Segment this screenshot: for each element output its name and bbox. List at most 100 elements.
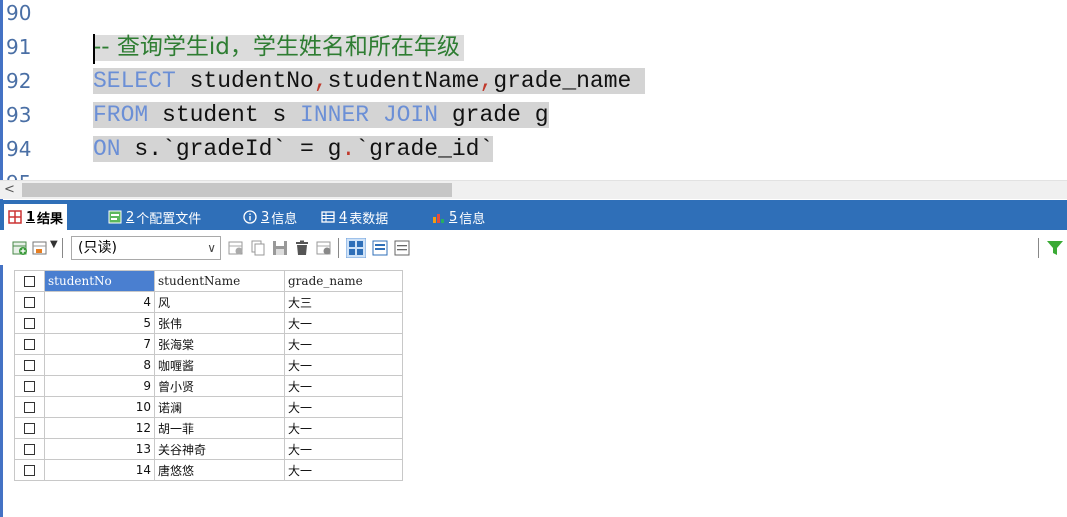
select-all-checkbox[interactable] (14, 270, 45, 292)
form-view-icon[interactable] (372, 240, 388, 256)
row-checkbox[interactable] (14, 312, 45, 334)
grid-cell[interactable]: 关谷神奇 (154, 438, 285, 460)
checkbox-icon[interactable] (24, 339, 35, 350)
grid-cell[interactable]: 曾小贤 (154, 375, 285, 397)
grid-cell[interactable]: 10 (44, 396, 155, 418)
row-checkbox[interactable] (14, 291, 45, 313)
grid-cell[interactable]: 9 (44, 375, 155, 397)
column-header[interactable]: studentName (154, 270, 285, 292)
line-number: 93 (6, 103, 32, 127)
table-row[interactable]: 8 咖喱酱 大一 (14, 354, 403, 376)
bar-chart-icon (433, 214, 444, 223)
disk-icon[interactable] (272, 240, 288, 256)
horizontal-scrollbar[interactable]: < (0, 180, 1067, 199)
filter-icon[interactable] (1046, 239, 1064, 257)
grid-cell[interactable]: 张海棠 (154, 333, 285, 355)
grid-cell[interactable]: 大一 (284, 438, 403, 460)
grid-cell[interactable]: 4 (44, 291, 155, 313)
checkbox-icon[interactable] (24, 276, 35, 287)
column-header[interactable]: studentNo (44, 270, 155, 292)
toolbar-separator (62, 238, 63, 258)
grid-cell[interactable]: 大一 (284, 396, 403, 418)
grid-cell[interactable]: 胡一菲 (154, 417, 285, 439)
text-view-icon[interactable] (394, 240, 410, 256)
table-row[interactable]: 4 风大三 (14, 291, 403, 313)
code-text[interactable]: ON s.`gradeId` = g.`grade_id` (93, 132, 494, 166)
checkbox-icon[interactable] (24, 318, 35, 329)
row-checkbox[interactable] (14, 459, 45, 481)
table-row[interactable]: 5 张伟 大一 (14, 312, 403, 334)
table-row[interactable]: 14 唐悠悠 大一 (14, 459, 403, 481)
row-checkbox[interactable] (14, 417, 45, 439)
checkbox-icon[interactable] (24, 402, 35, 413)
line-number: 90 (6, 1, 32, 25)
table-row[interactable]: 7 张海棠 大一 (14, 333, 403, 355)
checkbox-icon[interactable] (24, 360, 35, 371)
table-row[interactable]: 13 关谷神奇 大一 (14, 438, 403, 460)
grid-cell[interactable]: 大三 (284, 291, 403, 313)
scroll-left-arrow-icon[interactable]: < (4, 181, 15, 199)
line-number: 91 (6, 35, 32, 59)
grid-cell[interactable]: 大一 (284, 312, 403, 334)
grid-cell[interactable]: 13 (44, 438, 155, 460)
insert-dropdown-icon[interactable]: ▼ (50, 239, 66, 255)
grid-cell[interactable]: 7 (44, 333, 155, 355)
grid-cell[interactable]: 风 (154, 291, 285, 313)
grid-cell[interactable]: 12 (44, 417, 155, 439)
grid-cell[interactable]: 5 (44, 312, 155, 334)
tab-table-data[interactable]: 4 表数据 (321, 204, 388, 230)
code-text[interactable]: -- 查询学生id，学生姓名和所在年级 (93, 30, 464, 64)
grid-cell[interactable]: 大一 (284, 333, 403, 355)
grid-cell[interactable]: 14 (44, 459, 155, 481)
table-row[interactable]: 9 曾小贤 大一 (14, 375, 403, 397)
sql-keyword: FROM (93, 102, 149, 128)
editor-line: 94 ON s.`gradeId` = g.`grade_id` (0, 132, 1067, 166)
grid-cell[interactable]: 咖喱酱 (154, 354, 285, 376)
grid-cell[interactable]: 诺澜 (154, 396, 285, 418)
tab-result[interactable]: 1 结果 (4, 204, 68, 230)
grid-cell[interactable]: 张伟 (154, 312, 285, 334)
copy-icon[interactable] (250, 240, 266, 256)
sql-editor[interactable]: 90 91 -- 查询学生id，学生姓名和所在年级 92 SELECT stud… (0, 0, 1067, 200)
checkbox-icon[interactable] (24, 465, 35, 476)
column-header[interactable]: grade_name (284, 270, 403, 292)
grid-cell[interactable]: 大一 (284, 417, 403, 439)
grid-cell[interactable]: 大一 (284, 459, 403, 481)
code-text[interactable]: SELECT studentNo,studentName,grade_name (93, 64, 646, 98)
edit-mode-select[interactable]: (只读) ∨ (71, 236, 221, 260)
checkbox-icon[interactable] (24, 444, 35, 455)
row-checkbox[interactable] (14, 333, 45, 355)
delete-icon[interactable] (294, 240, 310, 256)
grid-cell[interactable]: 大一 (284, 375, 403, 397)
table-row[interactable]: 12 胡一菲 大一 (14, 417, 403, 439)
table-row[interactable]: 10 诺澜 大一 (14, 396, 403, 418)
row-checkbox[interactable] (14, 354, 45, 376)
result-tab-bar: 1 结果 2 个配置文件 3 信息 4 表数据 5 信息 (0, 200, 1067, 230)
toolbar-separator (338, 238, 339, 258)
checkbox-icon[interactable] (24, 297, 35, 308)
checkbox-icon[interactable] (24, 381, 35, 392)
grid-cell[interactable]: 唐悠悠 (154, 459, 285, 481)
result-grid: studentNo studentName grade_name 4 风大三 5 张伟… (14, 270, 403, 481)
add-row-icon[interactable] (12, 240, 28, 256)
result-toolbar: ▼ (只读) ∨ (0, 231, 1067, 265)
table-icon (321, 211, 335, 223)
refresh-icon[interactable] (316, 240, 332, 256)
scrollbar-thumb[interactable] (22, 183, 452, 197)
grid-cell[interactable]: 8 (44, 354, 155, 376)
save-changes-icon[interactable] (228, 240, 244, 256)
checkbox-icon[interactable] (24, 423, 35, 434)
tab-info-2[interactable]: 5 信息 (431, 204, 485, 230)
row-checkbox[interactable] (14, 375, 45, 397)
row-checkbox[interactable] (14, 438, 45, 460)
editor-line: 90 (0, 0, 1067, 30)
insert-row-icon[interactable] (32, 240, 48, 256)
grid-cell[interactable]: 大一 (284, 354, 403, 376)
row-checkbox[interactable] (14, 396, 45, 418)
grid-view-icon[interactable] (346, 238, 366, 258)
editor-line: 93 FROM student s INNER JOIN grade g (0, 98, 1067, 132)
chevron-down-icon: ∨ (207, 241, 216, 255)
tab-profiles[interactable]: 2 个配置文件 (108, 204, 201, 230)
tab-info[interactable]: 3 信息 (243, 204, 297, 230)
code-text[interactable]: FROM student s INNER JOIN grade g (93, 98, 549, 132)
